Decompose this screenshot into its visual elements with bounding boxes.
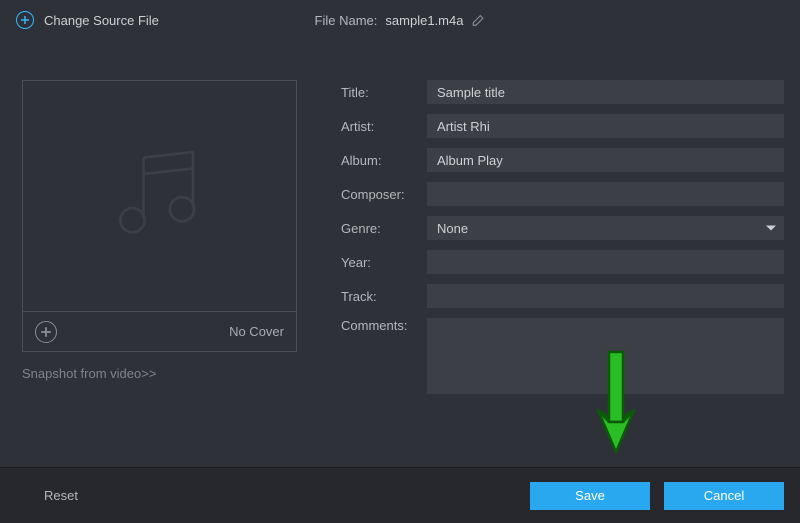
track-input[interactable] <box>427 284 784 308</box>
header: Change Source File File Name: sample1.m4… <box>0 0 800 40</box>
chevron-down-icon <box>766 226 776 231</box>
main-content: No Cover Snapshot from video>> Title: Ar… <box>0 40 800 394</box>
composer-input[interactable] <box>427 182 784 206</box>
genre-value: None <box>427 216 784 240</box>
music-note-icon <box>105 136 215 256</box>
cover-column: No Cover Snapshot from video>> <box>22 80 297 394</box>
genre-label: Genre: <box>341 221 421 236</box>
artist-label: Artist: <box>341 119 421 134</box>
change-source-button[interactable]: Change Source File <box>16 11 159 29</box>
cover-footer: No Cover <box>22 312 297 352</box>
file-name-value: sample1.m4a <box>385 13 463 28</box>
plus-icon <box>16 11 34 29</box>
reset-button[interactable]: Reset <box>44 488 78 503</box>
file-name-display: File Name: sample1.m4a <box>315 13 486 28</box>
artist-input[interactable] <box>427 114 784 138</box>
metadata-form: Title: Artist: Album: Composer: Genre: N… <box>341 80 784 394</box>
file-name-label: File Name: <box>315 13 378 28</box>
footer: Reset Save Cancel <box>0 467 800 523</box>
edit-filename-icon[interactable] <box>471 13 485 27</box>
genre-select[interactable]: None <box>427 216 784 240</box>
year-label: Year: <box>341 255 421 270</box>
cover-art-placeholder <box>22 80 297 312</box>
title-label: Title: <box>341 85 421 100</box>
track-label: Track: <box>341 289 421 304</box>
composer-label: Composer: <box>341 187 421 202</box>
cancel-button[interactable]: Cancel <box>664 482 784 510</box>
album-input[interactable] <box>427 148 784 172</box>
title-input[interactable] <box>427 80 784 104</box>
no-cover-label: No Cover <box>229 324 284 339</box>
year-input[interactable] <box>427 250 784 274</box>
album-label: Album: <box>341 153 421 168</box>
comments-input[interactable] <box>427 318 784 394</box>
save-button[interactable]: Save <box>530 482 650 510</box>
change-source-label: Change Source File <box>44 13 159 28</box>
add-cover-button[interactable] <box>35 321 57 343</box>
snapshot-link[interactable]: Snapshot from video>> <box>22 366 297 381</box>
comments-label: Comments: <box>341 318 421 333</box>
